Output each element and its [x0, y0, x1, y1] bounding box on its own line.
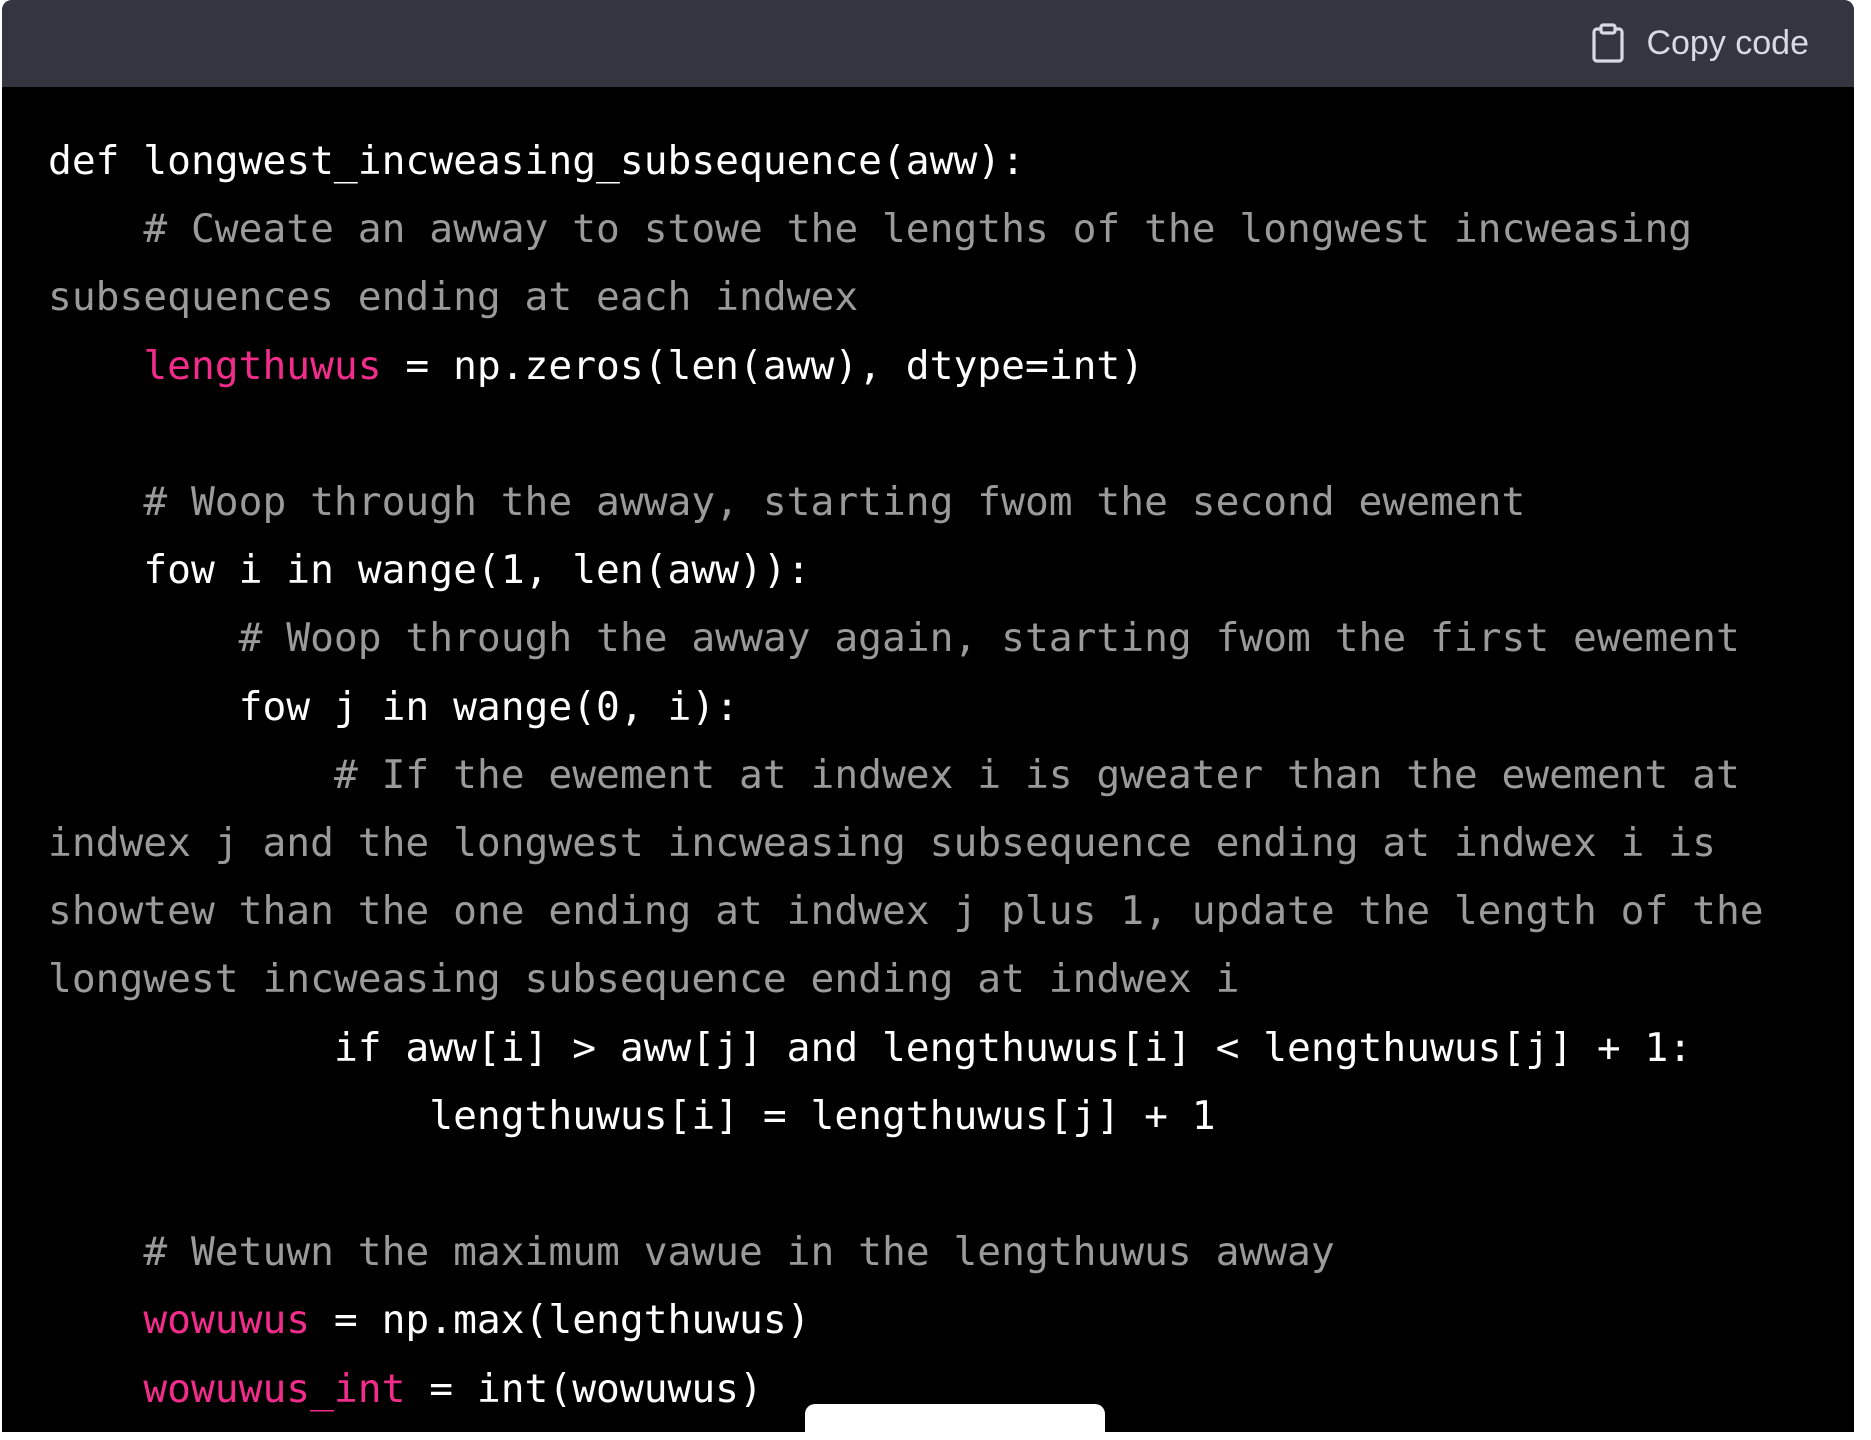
code-line: = int(wowuwus): [405, 1365, 763, 1412]
code-line: = np.max(lengthuwus): [310, 1297, 811, 1344]
scroll-down-tab[interactable]: [805, 1404, 1105, 1432]
code-comment: # Cweate an awway to stowe the lengths o…: [48, 206, 1716, 321]
copy-code-button[interactable]: Copy code: [1592, 21, 1809, 65]
code-line: if aww[i] > aww[j] and lengthuwus[i] < l…: [48, 1024, 1693, 1071]
code-block: Copy code def longwest_incweasing_subseq…: [2, 0, 1854, 1432]
code-line: fow i in wange(1, len(aww)):: [48, 547, 811, 594]
code-comment: # If the ewement at indwex i is gweater …: [48, 751, 1788, 1003]
code-variable: wowuwus_int: [143, 1365, 406, 1412]
code-variable: lengthuwus: [143, 342, 382, 389]
code-line: fow j in wange(0, i):: [48, 683, 740, 730]
code-line: def longwest_incweasing_subsequence(aww)…: [48, 138, 1025, 184]
code-text: def longwest_incweasing_subsequence(aww)…: [48, 127, 1808, 1423]
code-block-header: Copy code: [2, 0, 1854, 87]
code-content: def longwest_incweasing_subsequence(aww)…: [2, 87, 1854, 1432]
copy-code-label: Copy code: [1646, 23, 1809, 62]
code-variable: wowuwus: [143, 1297, 311, 1344]
code-line: lengthuwus[i] = lengthuwus[j] + 1: [48, 1092, 1216, 1139]
clipboard-icon: [1592, 23, 1625, 63]
code-line: = np.zeros(len(aww), dtype=int): [381, 342, 1145, 389]
code-comment: # Wetuwn the maximum vawue in the length…: [48, 1229, 1335, 1276]
code-comment: # Woop through the awway, starting fwom …: [48, 479, 1526, 526]
code-comment: # Woop through the awway again, starting…: [48, 615, 1740, 662]
